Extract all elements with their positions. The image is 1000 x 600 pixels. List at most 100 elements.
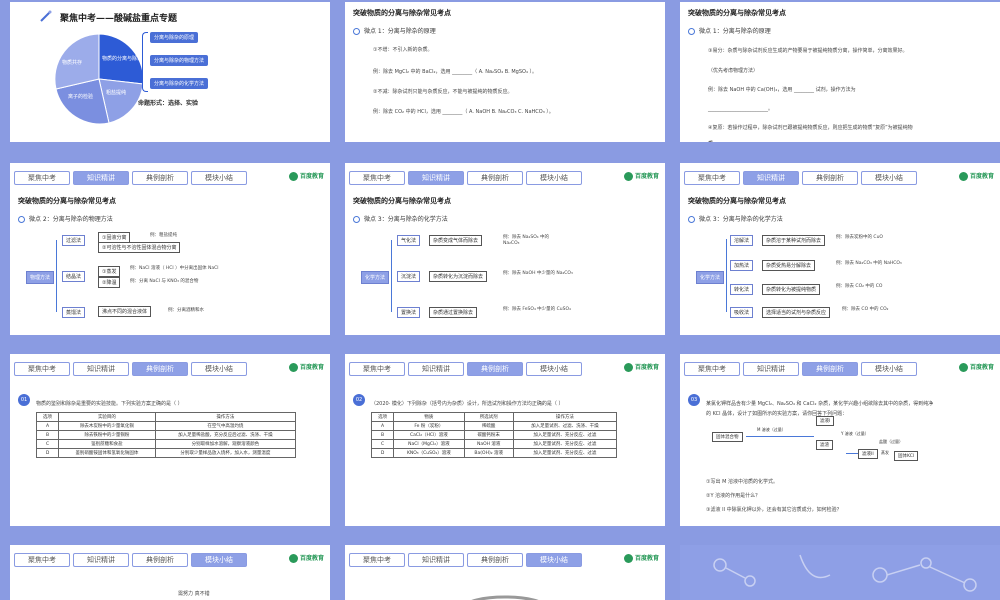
principle-line: ①不增：不引入新的杂质。: [373, 47, 433, 53]
example-note: 例：分离酒精和水: [168, 308, 204, 313]
flow-label: M 溶液（过量）: [754, 426, 789, 434]
point-title: 微点 3：分离与除杂的化学方法: [688, 214, 783, 223]
flow-label: 盐酸（过量）: [876, 438, 906, 446]
tab-focus[interactable]: 聚焦中考: [14, 171, 70, 185]
pie-label: 物质共存: [62, 60, 83, 66]
method-node: 过滤法: [62, 235, 86, 246]
tab-summary[interactable]: 模块小结: [861, 171, 917, 185]
tab-focus[interactable]: 聚焦中考: [349, 171, 405, 185]
tab-focus[interactable]: 聚焦中考: [14, 362, 70, 376]
topic-item: 分离与除杂的物理方法: [150, 55, 209, 66]
connector: [56, 240, 57, 312]
tab-bar: 聚焦中考 知识精讲 典例剖析 模块小结: [684, 171, 917, 185]
tab-knowledge[interactable]: 知识精讲: [743, 362, 799, 376]
connector: [391, 240, 392, 312]
slide-9-thumbnail[interactable]: 聚焦中考 知识精讲 典例剖析 模块小结 百度教育 03 某氯化钾样品含有少量 M…: [680, 354, 1000, 534]
tab-summary[interactable]: 模块小结: [191, 362, 247, 376]
sub-question: ①写出 M 溶液中溶质的化学式。: [706, 479, 778, 485]
connector: [726, 239, 727, 312]
tab-knowledge[interactable]: 知识精讲: [408, 362, 464, 376]
slide-8-thumbnail[interactable]: 聚焦中考 知识精讲 典例剖析 模块小结 百度教育 02 （2020· 模化）下列…: [345, 354, 665, 534]
slide-3-thumbnail[interactable]: 突破物质的分离与除杂常见考点 微点 1：分离与除杂的原理 ③易分：杂质与除杂试剂…: [680, 2, 1000, 150]
bracket: [142, 32, 148, 92]
tab-examples[interactable]: 典例剖析: [467, 171, 523, 185]
detail-box: ①蒸发: [98, 266, 121, 277]
tab-examples[interactable]: 典例剖析: [467, 362, 523, 376]
tab-summary[interactable]: 模块小结: [526, 362, 582, 376]
slide-grid: 聚焦中考——酸碱盐重点专题 物质的分离与除杂 物质共存 离子的检验 粗盐提纯 分…: [0, 0, 1000, 600]
tab-examples[interactable]: 典例剖析: [802, 171, 858, 185]
point-title: 微点 1：分离与除杂的原理: [353, 26, 436, 35]
tab-summary[interactable]: 模块小结: [861, 362, 917, 376]
slide-7-thumbnail[interactable]: 聚焦中考 知识精讲 典例剖析 模块小结 百度教育 01 物质的鉴别和除杂是重要的…: [10, 354, 330, 534]
wand-icon: [40, 10, 52, 22]
method-node: 结晶法: [62, 271, 86, 282]
tab-bar: 聚焦中考 知识精讲 典例剖析 模块小结: [349, 171, 582, 185]
rating-text: 需努力 真不错: [178, 591, 210, 597]
tab-focus[interactable]: 聚焦中考: [684, 171, 740, 185]
slide-footer-band: [10, 142, 330, 150]
slide-heading: 突破物质的分离与除杂常见考点: [18, 197, 116, 205]
tab-examples[interactable]: 典例剖析: [132, 553, 188, 567]
tab-summary[interactable]: 模块小结: [526, 171, 582, 185]
table-row: A Fe 粉（炭粉） 稀硫酸 加入足量试剂、过滤、洗涤、干燥: [370, 421, 618, 431]
brand-logo: 百度教育: [623, 171, 659, 181]
detail-box: 杂质通过置换除去: [429, 307, 478, 318]
tab-focus[interactable]: 聚焦中考: [349, 362, 405, 376]
detail-box: 杂质变成气体而除去: [429, 235, 483, 246]
slide-11-thumbnail[interactable]: 聚焦中考 知识精讲 典例剖析 模块小结 百度教育: [345, 545, 665, 600]
detail-box: 选择适当的试剂与杂质反应: [762, 307, 831, 318]
slide-4-thumbnail[interactable]: 聚焦中考 知识精讲 典例剖析 模块小结 百度教育 突破物质的分离与除杂常见考点 …: [10, 163, 330, 343]
tab-knowledge[interactable]: 知识精讲: [408, 553, 464, 567]
brand-logo: 百度教育: [288, 362, 324, 372]
tab-bar: 聚焦中考 知识精讲 典例剖析 模块小结: [349, 553, 582, 567]
tab-examples[interactable]: 典例剖析: [467, 553, 523, 567]
slide-6-thumbnail[interactable]: 聚焦中考 知识精讲 典例剖析 模块小结 百度教育 突破物质的分离与除杂常见考点 …: [680, 163, 1000, 343]
tab-examples[interactable]: 典例剖析: [802, 362, 858, 376]
pie-label: 粗盐提纯: [106, 90, 127, 96]
slide-10-thumbnail[interactable]: 聚焦中考 知识精讲 典例剖析 模块小结 百度教育 需努力 真不错: [10, 545, 330, 600]
tab-examples[interactable]: 典例剖析: [132, 362, 188, 376]
slide-heading: 突破物质的分离与除杂常见考点: [688, 9, 786, 17]
flow-label: 蒸发: [878, 449, 892, 457]
brand-logo: 百度教育: [958, 362, 994, 372]
tab-examples[interactable]: 典例剖析: [132, 171, 188, 185]
tab-focus[interactable]: 聚焦中考: [14, 553, 70, 567]
tab-summary[interactable]: 模块小结: [526, 553, 582, 567]
slide-footer-band: [345, 142, 665, 150]
tab-knowledge[interactable]: 知识精讲: [73, 553, 129, 567]
tab-knowledge[interactable]: 知识精讲: [743, 171, 799, 185]
detail-box: 杂质受热易分解除去: [762, 260, 816, 271]
lightbulb-icon: [353, 28, 360, 35]
question-text: 物质的鉴别和除杂是重要的实验技能。下列实验方案正确的是（ ）: [36, 401, 183, 407]
tab-summary[interactable]: 模块小结: [191, 553, 247, 567]
slide-2-thumbnail[interactable]: 突破物质的分离与除杂常见考点 微点 1：分离与除杂的原理 ①不增：不引入新的杂质…: [345, 2, 665, 150]
magnifier-graphic: [471, 595, 539, 600]
tab-knowledge[interactable]: 知识精讲: [73, 362, 129, 376]
table-header-row: 选项 物质 所选试剂 操作方法: [370, 412, 618, 422]
flow-node: 滤液I: [816, 416, 835, 426]
tab-summary[interactable]: 模块小结: [191, 171, 247, 185]
table-row: C NaCl（MgCl₂）溶液 NaOH 溶液 加入足量试剂、充分反应、过滤: [370, 439, 618, 449]
slide-1-thumbnail[interactable]: 聚焦中考——酸碱盐重点专题 物质的分离与除杂 物质共存 离子的检验 粗盐提纯 分…: [10, 2, 330, 150]
question-number: 02: [353, 394, 365, 406]
tab-bar: 聚焦中考 知识精讲 典例剖析 模块小结: [349, 362, 582, 376]
slide-footer-band: [10, 335, 330, 343]
slide-5-thumbnail[interactable]: 聚焦中考 知识精讲 典例剖析 模块小结 百度教育 突破物质的分离与除杂常见考点 …: [345, 163, 665, 343]
method-node: 加热法: [730, 260, 754, 271]
table-row: A 除去木炭粉中的少量氧化铜 在空气中高温灼烧: [35, 421, 297, 431]
detail-box: ②可溶性与不溶性固体混合物分离: [98, 242, 181, 253]
detail-box: 杂质溶于某种试剂而除去: [762, 235, 826, 246]
lightbulb-icon: [688, 216, 695, 223]
tab-knowledge[interactable]: 知识精讲: [73, 171, 129, 185]
slide-12-thumbnail[interactable]: [680, 545, 1000, 600]
tab-knowledge[interactable]: 知识精讲: [408, 171, 464, 185]
slide-footer-band: [345, 526, 665, 534]
options-table: 选项 物质 所选试剂 操作方法 A Fe 粉（炭粉） 稀硫酸 加入足量试剂、过滤、洗涤、干燥…: [370, 412, 618, 458]
tab-focus[interactable]: 聚焦中考: [349, 553, 405, 567]
example-line: 例：除去 NaOH 中的 Ca(OH)₂，选用 ________ 试剂，操作方法…: [708, 87, 856, 93]
sub-question: ③滤液 II 中除氯化钾以外，还会有其它溶质成分，如何检验？: [706, 507, 842, 513]
brand-logo: 百度教育: [288, 553, 324, 563]
tab-focus[interactable]: 聚焦中考: [684, 362, 740, 376]
table-row: B CaCl₂（HCl）溶液 碳酸钙粉末 加入足量试剂、充分反应、过滤: [370, 430, 618, 440]
